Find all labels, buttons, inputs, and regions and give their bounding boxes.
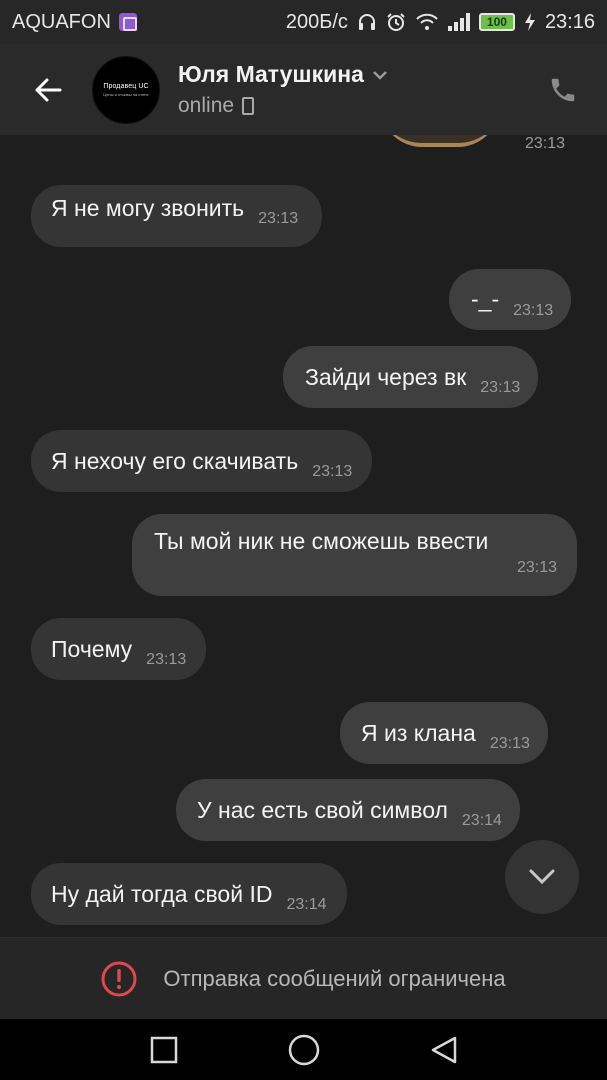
message-time: 23:13: [480, 379, 521, 396]
mobile-device-icon: [242, 97, 255, 115]
recent-apps-button[interactable]: [146, 1032, 182, 1068]
message-time: 23:14: [461, 812, 502, 829]
status-right: 200Б/с 100 23:16: [286, 11, 595, 34]
presence-status: online: [178, 94, 235, 117]
status-bar: AQUAFON 200Б/с 100 23:16: [0, 0, 607, 44]
message-list[interactable]: 23:13 Я не могу звонить 23:13 -_- 23:13 …: [0, 135, 607, 937]
contact-info[interactable]: Юля Матушкина online: [178, 61, 388, 118]
message-text: Ну дай тогда свой ID: [51, 880, 273, 907]
message-bubble-incoming[interactable]: Ну дай тогда свой ID 23:14: [31, 863, 347, 925]
avatar-subtitle: Цены и отзывы на стене: [103, 91, 149, 97]
message-bubble-outgoing[interactable]: Зайди через вк 23:13: [283, 346, 539, 408]
message-time: 23:13: [258, 210, 299, 227]
square-icon: [150, 1036, 177, 1063]
message-bubble-outgoing[interactable]: -_- 23:13: [449, 269, 572, 330]
charging-icon: [524, 12, 536, 32]
circle-icon: [288, 1034, 319, 1065]
message-bubble-outgoing[interactable]: Я из клана 23:13: [340, 702, 548, 764]
chevron-down-icon: [373, 70, 387, 80]
clock: 23:16: [544, 10, 595, 33]
chevron-down-icon: [529, 869, 555, 885]
scroll-to-bottom-button[interactable]: [505, 840, 579, 914]
gallery-notification-icon: [118, 13, 137, 31]
message-bubble-outgoing[interactable]: У нас есть свой символ 23:14: [176, 779, 520, 841]
home-button[interactable]: [286, 1032, 322, 1068]
message-time: 23:13: [513, 301, 554, 319]
message-text: Я нехочу его скачивать: [51, 447, 299, 474]
message-bubble-incoming[interactable]: Я не могу звонить 23:13: [31, 185, 323, 247]
headphones-icon: [357, 12, 377, 32]
chat-header: Продавец UC Цены и отзывы на стене Юля М…: [0, 44, 607, 135]
contact-status-row: online: [178, 94, 388, 118]
message-text: Я из клана: [361, 719, 476, 746]
message-bubble-outgoing[interactable]: Ты мой ник не сможешь ввести 23:13: [132, 514, 577, 596]
message-text: Ты мой ник не сможешь ввести: [154, 528, 489, 554]
message-bubble-incoming[interactable]: Почему 23:13: [31, 618, 207, 680]
avatar-title: Продавец UC: [103, 82, 149, 90]
back-nav-button[interactable]: [426, 1032, 462, 1068]
sticker-message[interactable]: [380, 135, 500, 147]
message-time: 23:14: [286, 896, 327, 913]
carrier-label: AQUAFON: [12, 10, 111, 33]
contact-avatar[interactable]: Продавец UC Цены и отзывы на стене: [92, 55, 160, 124]
message-text: У нас есть свой символ: [197, 796, 448, 823]
wifi-icon: [415, 12, 439, 32]
message-time: 23:13: [146, 651, 187, 668]
messaging-restricted-bar: Отправка сообщений ограничена: [0, 937, 607, 1019]
message-time: 23:13: [516, 559, 557, 576]
back-button[interactable]: [18, 60, 78, 120]
signal-icon: [447, 13, 470, 31]
message-text: Я не могу звонить: [51, 194, 245, 221]
alert-icon: [101, 961, 137, 996]
battery-icon: 100: [478, 13, 515, 31]
triangle-back-icon: [431, 1036, 456, 1063]
phone-icon: [551, 78, 575, 101]
message-text: -_-: [471, 286, 500, 312]
contact-name-row: Юля Матушкина: [178, 61, 388, 88]
screen: AQUAFON 200Б/с 100 23:16 Продавец UC Цен…: [0, 0, 607, 1080]
network-speed: 200Б/с: [285, 10, 348, 33]
message-text: Почему: [51, 635, 133, 662]
system-navigation-bar: [0, 1019, 607, 1080]
message-text: Зайди через вк: [305, 363, 467, 390]
message-bubble-incoming[interactable]: Я нехочу его скачивать 23:13: [31, 430, 373, 492]
sticker-timestamp: 23:13: [524, 135, 565, 152]
status-left: AQUAFON: [12, 11, 137, 34]
alarm-icon: [386, 12, 406, 32]
call-button[interactable]: [543, 70, 583, 110]
message-time: 23:13: [312, 463, 353, 480]
message-time: 23:13: [489, 735, 530, 752]
contact-name: Юля Матушкина: [178, 61, 364, 87]
back-arrow-icon: [35, 78, 62, 101]
restricted-message: Отправка сообщений ограничена: [163, 965, 506, 991]
